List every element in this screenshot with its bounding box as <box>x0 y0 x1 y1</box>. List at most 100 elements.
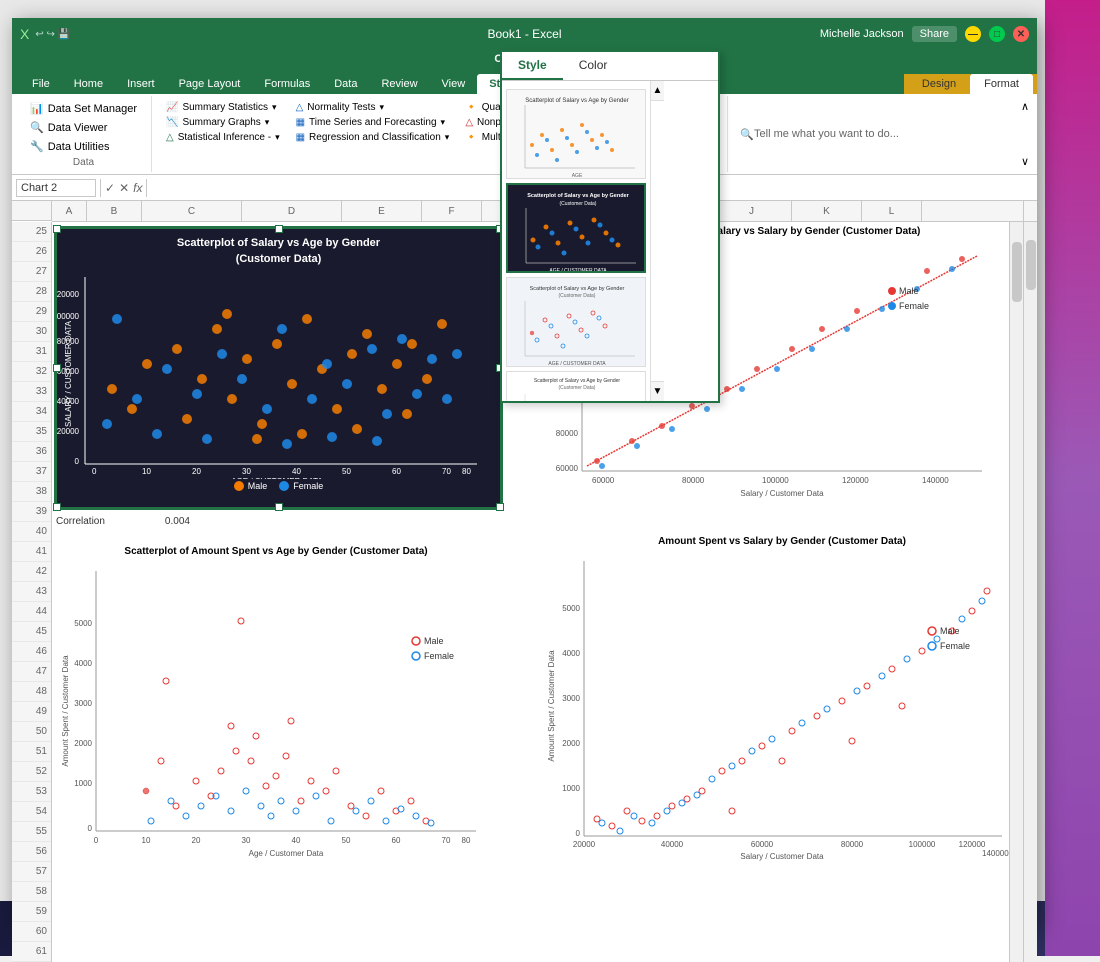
ribbon-group-data: 📊 Data Set Manager 🔍 Data Viewer 🔧 Data … <box>24 100 143 155</box>
col-header-b[interactable]: B <box>87 201 142 221</box>
row-33: 33 <box>12 382 51 402</box>
col-header-l[interactable]: L <box>862 201 922 221</box>
svg-text:Male: Male <box>899 286 919 296</box>
close-button[interactable]: ✕ <box>1013 26 1029 42</box>
row-51: 51 <box>12 742 51 762</box>
col-header-a[interactable]: A <box>52 201 87 221</box>
share-button[interactable]: Share <box>912 26 957 42</box>
tab-home[interactable]: Home <box>62 74 115 94</box>
row-31: 31 <box>12 342 51 362</box>
btn-summary-stats[interactable]: 📈 Summary Statistics ▾ <box>160 100 286 115</box>
tab-review[interactable]: Review <box>369 74 429 94</box>
chevron-down-icon[interactable]: ∨ <box>1021 155 1029 168</box>
btn-summary-graphs[interactable]: 📉 Summary Graphs ▾ <box>160 115 286 130</box>
btn-regression[interactable]: ▦ Regression and Classification ▾ <box>290 130 456 145</box>
chevron-up-icon[interactable]: ∧ <box>1021 100 1029 113</box>
row-29: 29 <box>12 302 51 322</box>
chart1-selected[interactable]: Scatterplot of Salary vs Age by Gender (… <box>56 228 501 508</box>
name-box[interactable]: Chart 2 <box>16 179 96 197</box>
handle-bl[interactable] <box>53 503 61 511</box>
row-28: 28 <box>12 282 51 302</box>
tab-view[interactable]: View <box>430 74 478 94</box>
user-name: Michelle Jackson <box>820 28 904 40</box>
chart3[interactable]: Scatterplot of Amount Spent vs Age by Ge… <box>56 542 496 872</box>
minimize-button[interactable]: — <box>965 26 981 42</box>
handle-tl[interactable] <box>53 225 61 233</box>
maximize-button[interactable]: □ <box>989 26 1005 42</box>
style-tab-color[interactable]: Color <box>563 52 624 80</box>
scroll-thumb[interactable] <box>1012 242 1022 302</box>
svg-text:70: 70 <box>442 467 451 476</box>
tab-design[interactable]: Design <box>908 74 970 94</box>
chart4[interactable]: Amount Spent vs Salary by Gender (Custom… <box>542 532 1022 877</box>
col-header-d[interactable]: D <box>242 201 342 221</box>
style-thumb-2[interactable]: Scatterplot of Salary vs Age by Gender (… <box>506 183 646 273</box>
tab-file[interactable]: File <box>20 74 62 94</box>
dataviewer-icon: 🔍 <box>30 121 44 134</box>
chart-tool-tabs: Design Format <box>904 74 1037 94</box>
chart1-svg: SALARY / CUSTOMER DATA 0 20000 40000 600… <box>57 269 502 479</box>
style-thumb-1[interactable]: Scatterplot of Salary vs Age by Gender <box>506 89 646 179</box>
btn-data-viewer[interactable]: 🔍 Data Viewer <box>24 119 143 136</box>
tab-data[interactable]: Data <box>322 74 369 94</box>
tab-formulas[interactable]: Formulas <box>252 74 322 94</box>
legend-male-label: Male <box>248 481 268 491</box>
btn-statistical-inference[interactable]: △ Statistical Inference - ▾ <box>160 130 286 145</box>
svg-text:80: 80 <box>462 467 471 476</box>
correlation-label: Correlation <box>56 516 105 527</box>
svg-text:5000: 5000 <box>562 604 580 613</box>
svg-text:60000: 60000 <box>751 840 774 849</box>
svg-text:100000: 100000 <box>909 840 936 849</box>
style-thumb-3[interactable]: Scatterplot of Salary vs Age by Gender (… <box>506 277 646 367</box>
svg-text:0: 0 <box>576 829 581 838</box>
row-61: 61 <box>12 942 51 962</box>
outer-scroll-thumb[interactable] <box>1026 240 1036 290</box>
formula-divider <box>100 179 101 197</box>
style-scroll-up[interactable]: ▲ <box>651 81 664 101</box>
outer-v-scrollbar[interactable] <box>1023 222 1037 962</box>
svg-text:10: 10 <box>142 836 151 845</box>
row-39: 39 <box>12 502 51 522</box>
thumb2-svg: Scatterplot of Salary vs Age by Gender (… <box>508 185 646 273</box>
cross-icon[interactable]: ✕ <box>119 181 129 195</box>
col-header-j[interactable]: J <box>712 201 792 221</box>
tab-page-layout[interactable]: Page Layout <box>167 74 253 94</box>
row-54: 54 <box>12 802 51 822</box>
search-icon: 🔍 <box>740 128 754 141</box>
stats-icon: 📈 <box>166 102 178 113</box>
row-41: 41 <box>12 542 51 562</box>
col-header-e[interactable]: E <box>342 201 422 221</box>
style-tab-style[interactable]: Style <box>502 52 563 80</box>
svg-text:100000: 100000 <box>762 476 789 485</box>
btn-dataset-manager[interactable]: 📊 Data Set Manager <box>24 100 143 117</box>
btn-normality[interactable]: △ Normality Tests ▾ <box>290 100 456 115</box>
col-header-k[interactable]: K <box>792 201 862 221</box>
svg-text:120000: 120000 <box>842 476 869 485</box>
tab-format[interactable]: Format <box>970 74 1033 94</box>
multivariate-icon: 🔸 <box>465 132 477 143</box>
title-bar-right: Michelle Jackson Share — □ ✕ <box>820 26 1029 42</box>
svg-text:Salary / Customer Data: Salary / Customer Data <box>740 489 824 498</box>
col-header-f[interactable]: F <box>422 201 482 221</box>
svg-text:140000: 140000 <box>982 849 1009 858</box>
handle-tc[interactable] <box>275 225 283 233</box>
handle-ml[interactable] <box>53 364 61 372</box>
style-scroll-down[interactable]: ▼ <box>651 381 664 401</box>
btn-timeseries[interactable]: ▦ Time Series and Forecasting ▾ <box>290 115 456 130</box>
window-title: Book1 - Excel <box>487 27 561 41</box>
vertical-scrollbar[interactable] <box>1009 222 1023 962</box>
svg-text:5000: 5000 <box>74 619 92 628</box>
handle-br[interactable] <box>496 503 504 511</box>
btn-data-utilities[interactable]: 🔧 Data Utilities <box>24 138 143 155</box>
tab-insert[interactable]: Insert <box>115 74 167 94</box>
row-60: 60 <box>12 922 51 942</box>
chart1-legend: Male Female <box>57 479 500 493</box>
style-thumb-4[interactable]: Scatterplot of Salary vs Age by Gender (… <box>506 371 646 401</box>
col-header-c[interactable]: C <box>142 201 242 221</box>
checkmark-icon[interactable]: ✓ <box>105 181 115 195</box>
row-36: 36 <box>12 442 51 462</box>
svg-text:3000: 3000 <box>562 694 580 703</box>
tell-me-bar[interactable]: 🔍 Tell me what you want to do... <box>728 96 911 172</box>
style-panel-body: Scatterplot of Salary vs Age by Gender <box>502 81 718 401</box>
handle-bc[interactable] <box>275 503 283 511</box>
